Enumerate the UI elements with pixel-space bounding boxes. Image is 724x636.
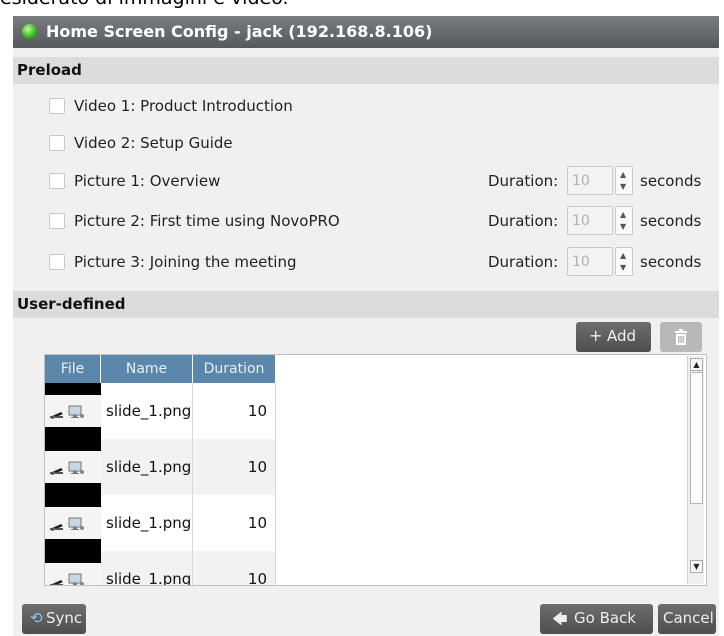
trash-icon (675, 329, 687, 345)
cancel-button[interactable]: Cancel (658, 604, 716, 634)
spin-up-icon[interactable]: ▲ (620, 210, 626, 219)
spin-down-icon[interactable]: ▼ (620, 263, 626, 272)
picture-1-duration-spinner[interactable]: ▲ ▼ (615, 166, 633, 195)
scroll-up-icon[interactable]: ▲ (690, 358, 703, 371)
edit-icon[interactable] (50, 580, 63, 586)
video-2-checkbox[interactable] (49, 135, 65, 151)
user-defined-section-header: User-defined (13, 291, 719, 318)
dialog-titlebar: Home Screen Config - jack (192.168.8.106… (13, 16, 719, 48)
file-name: slide_1.png (106, 402, 192, 420)
table-scrollbar[interactable]: ▲ ▼ (687, 356, 704, 584)
go-back-button[interactable]: 🡄 Go Back (540, 604, 653, 634)
scrollbar-thumb[interactable] (690, 372, 703, 504)
sync-button[interactable]: ⟲ Sync (22, 604, 86, 634)
preview-icon[interactable] (68, 461, 84, 474)
file-duration: 10 (247, 570, 267, 586)
preload-item-video-1: Video 1: Product Introduction (49, 96, 709, 120)
table-row-file-cell (45, 551, 101, 586)
preload-item-label: Picture 3: Joining the meeting (74, 253, 297, 271)
dialog-title: Home Screen Config - jack (192.168.8.106… (46, 22, 433, 41)
picture-2-checkbox[interactable] (49, 213, 65, 229)
file-duration: 10 (247, 458, 267, 476)
file-name: slide_1.png (106, 514, 192, 532)
duration-label: Duration: (488, 253, 559, 271)
cancel-button-label: Cancel (663, 609, 714, 627)
home-screen-config-dialog: Home Screen Config - jack (192.168.8.106… (13, 16, 719, 636)
add-button[interactable]: + Add (576, 322, 651, 352)
table-row-file-cell (45, 495, 101, 551)
table-row-name-cell[interactable]: slide_1.png (101, 551, 193, 586)
scroll-down-icon[interactable]: ▼ (690, 560, 703, 573)
file-name: slide_1.png (106, 458, 192, 476)
table-row-file-cell (45, 383, 101, 439)
seconds-label: seconds (640, 172, 702, 190)
sync-button-label: Sync (46, 609, 83, 627)
column-header-duration[interactable]: Duration (193, 355, 276, 383)
preload-item-picture-3: Picture 3: Joining the meeting Duration:… (49, 247, 709, 276)
column-header-file[interactable]: File (45, 355, 101, 383)
seconds-label: seconds (640, 212, 702, 230)
table-row-file-cell (45, 439, 101, 495)
preview-icon[interactable] (68, 405, 84, 418)
preload-item-picture-2: Picture 2: First time using NovoPRO Dura… (49, 206, 709, 235)
user-defined-header-label: User-defined (17, 295, 126, 313)
table-row-duration-cell[interactable]: 10 (193, 551, 276, 586)
table-row-duration-cell[interactable]: 10 (193, 439, 276, 495)
duration-label: Duration: (488, 212, 559, 230)
preload-section-header: Preload (13, 57, 719, 84)
status-dot-icon (22, 24, 37, 39)
preload-item-video-2: Video 2: Setup Guide (49, 133, 709, 157)
picture-2-duration-input[interactable]: 10 (567, 206, 613, 235)
add-button-label: Add (607, 327, 637, 345)
duration-label: Duration: (488, 172, 559, 190)
file-name: slide_1.png (106, 570, 192, 586)
table-row-duration-cell[interactable]: 10 (193, 383, 276, 439)
spin-up-icon[interactable]: ▲ (620, 170, 626, 179)
preload-item-label: Video 2: Setup Guide (74, 134, 233, 152)
video-1-checkbox[interactable] (49, 98, 65, 114)
edit-icon[interactable] (50, 412, 63, 419)
table-row-name-cell[interactable]: slide_1.png (101, 383, 193, 439)
seconds-label: seconds (640, 253, 702, 271)
picture-1-duration-input[interactable]: 10 (567, 166, 613, 195)
picture-2-duration-spinner[interactable]: ▲ ▼ (615, 206, 633, 235)
picture-1-checkbox[interactable] (49, 173, 65, 189)
table-row-duration-cell[interactable]: 10 (193, 495, 276, 551)
delete-button[interactable] (660, 322, 702, 352)
column-header-name[interactable]: Name (101, 355, 193, 383)
preview-icon[interactable] (68, 573, 84, 586)
sync-icon: ⟲ (30, 609, 43, 627)
table-row-name-cell[interactable]: slide_1.png (101, 439, 193, 495)
preload-header-label: Preload (17, 61, 82, 79)
file-duration: 10 (247, 514, 267, 532)
go-back-button-label: Go Back (574, 609, 636, 627)
page-caption: esiderato di immagini e video. (0, 0, 724, 15)
picture-3-duration-spinner[interactable]: ▲ ▼ (615, 247, 633, 276)
file-duration: 10 (247, 402, 267, 420)
preload-item-label: Video 1: Product Introduction (74, 97, 293, 115)
spin-up-icon[interactable]: ▲ (620, 251, 626, 260)
picture-3-checkbox[interactable] (49, 254, 65, 270)
spin-down-icon[interactable]: ▼ (620, 222, 626, 231)
back-arrow-icon: 🡄 (552, 610, 568, 628)
preview-icon[interactable] (68, 517, 84, 530)
plus-icon: + (589, 326, 603, 345)
picture-3-duration-input[interactable]: 10 (567, 247, 613, 276)
edit-icon[interactable] (50, 468, 63, 475)
edit-icon[interactable] (50, 524, 63, 531)
preload-item-label: Picture 1: Overview (74, 172, 221, 190)
table-row-name-cell[interactable]: slide_1.png (101, 495, 193, 551)
preload-item-picture-1: Picture 1: Overview Duration: 10 ▲ ▼ seco… (49, 166, 709, 195)
spin-down-icon[interactable]: ▼ (620, 182, 626, 191)
preload-item-label: Picture 2: First time using NovoPRO (74, 212, 340, 230)
user-defined-table: File Name Duration slide_1.png 10 slide_… (44, 354, 707, 586)
